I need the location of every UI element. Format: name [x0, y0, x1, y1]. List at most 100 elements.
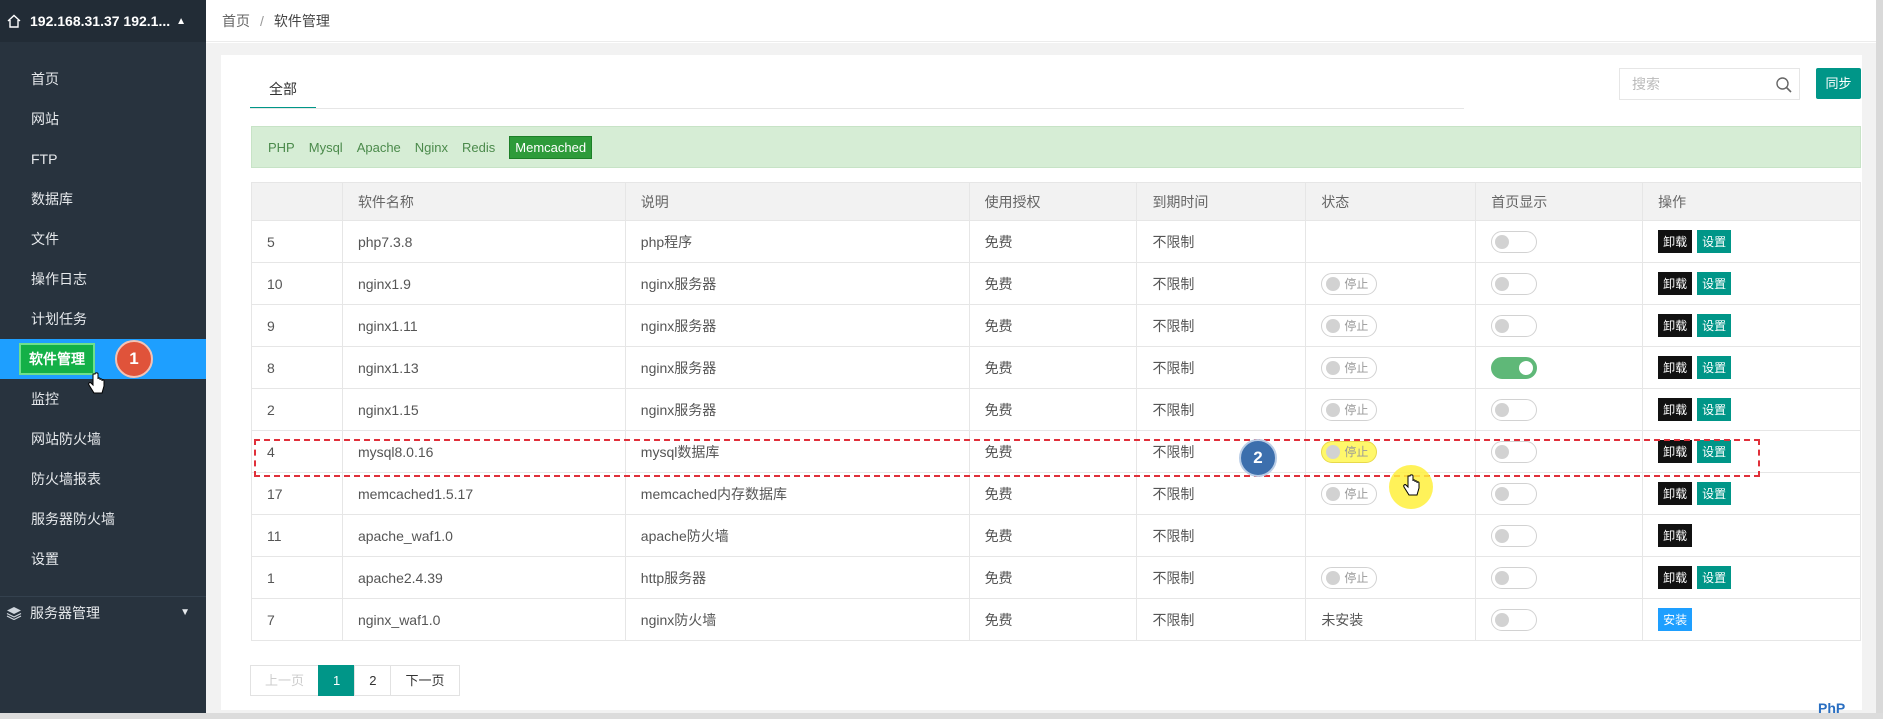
server-name: 192.168.31.37 192.1... — [30, 13, 171, 29]
tab-all[interactable]: 全部 — [250, 76, 316, 109]
uninstall-button[interactable]: 卸载 — [1658, 566, 1693, 589]
filter-php[interactable]: PHP — [268, 140, 295, 155]
cell-actions: 卸载 设置 — [1642, 472, 1861, 515]
col-home-display: 首页显示 — [1475, 182, 1644, 221]
status-toggle[interactable]: 停止 — [1321, 272, 1378, 295]
cell-expire: 不限制 — [1136, 556, 1307, 599]
table-body: 5 php7.3.8 php程序 免费 不限制 卸载 设置 10 nginx1.9 nginx服务… — [251, 220, 1861, 641]
cell-desc: nginx防火墙 — [624, 598, 970, 641]
home-icon — [7, 14, 21, 28]
filter-redis[interactable]: Redis — [462, 140, 495, 155]
status-text: 未安装 — [1321, 611, 1364, 628]
sidebar-group-label: 服务器管理 — [30, 604, 100, 621]
cell-license: 免费 — [968, 598, 1138, 641]
sync-button[interactable]: 同步 — [1816, 68, 1861, 99]
filter-nginx[interactable]: Nginx — [415, 140, 448, 155]
settings-button[interactable]: 设置 — [1697, 356, 1732, 379]
settings-button[interactable]: 设置 — [1697, 398, 1732, 421]
uninstall-button[interactable]: 卸载 — [1658, 272, 1693, 295]
cell-home-display — [1475, 346, 1644, 389]
cell-expire: 不限制 — [1136, 262, 1307, 305]
uninstall-button[interactable]: 卸载 — [1658, 314, 1693, 337]
status-toggle[interactable]: 停止 — [1321, 566, 1378, 589]
sidebar-item-website[interactable]: 网站 — [0, 99, 206, 139]
server-selector[interactable]: 192.168.31.37 192.1... ▲ — [0, 0, 206, 42]
home-display-switch[interactable] — [1491, 356, 1538, 379]
home-display-switch[interactable] — [1491, 566, 1538, 589]
breadcrumb-separator: / — [260, 12, 264, 29]
sidebar-item-ftp[interactable]: FTP — [0, 139, 206, 179]
home-display-switch[interactable] — [1491, 230, 1538, 253]
uninstall-button[interactable]: 卸载 — [1658, 524, 1693, 547]
home-display-switch[interactable] — [1491, 482, 1538, 505]
sidebar-group-server-management[interactable]: 服务器管理 ▼ — [0, 596, 206, 628]
settings-button[interactable]: 设置 — [1697, 566, 1732, 589]
cell-desc: memcached内存数据库 — [624, 472, 970, 515]
uninstall-button[interactable]: 卸载 — [1658, 482, 1693, 505]
search-placeholder: 搜索 — [1632, 76, 1660, 92]
hand-cursor-icon — [1403, 474, 1420, 496]
cell-id: 17 — [251, 472, 343, 515]
sidebar-item-logs[interactable]: 操作日志 — [0, 259, 206, 299]
sidebar-item-web-firewall[interactable]: 网站防火墙 — [0, 419, 206, 459]
cell-desc: apache防火墙 — [624, 514, 970, 557]
cell-expire: 不限制 — [1136, 388, 1307, 431]
table-row: 17 memcached1.5.17 memcached内存数据库 免费 不限制 停止 卸载… — [251, 472, 1861, 515]
col-expire: 到期时间 — [1136, 182, 1307, 221]
cell-id: 1 — [251, 556, 343, 599]
uninstall-button[interactable]: 卸载 — [1658, 356, 1693, 379]
layers-icon — [6, 606, 22, 620]
settings-button[interactable]: 设置 — [1697, 230, 1732, 253]
table-row: 2 nginx1.15 nginx服务器 免费 不限制 停止 卸载 设置 — [251, 388, 1861, 431]
sidebar-item-database[interactable]: 数据库 — [0, 179, 206, 219]
uninstall-button[interactable]: 卸载 — [1658, 398, 1693, 421]
home-display-switch[interactable] — [1491, 314, 1538, 337]
sidebar-item-server-firewall[interactable]: 服务器防火墙 — [0, 499, 206, 539]
home-display-switch[interactable] — [1491, 272, 1538, 295]
uninstall-button[interactable]: 卸载 — [1658, 230, 1693, 253]
sidebar-item-home[interactable]: 首页 — [0, 59, 206, 99]
breadcrumb-home[interactable]: 首页 — [222, 11, 250, 31]
home-display-switch[interactable] — [1491, 608, 1538, 631]
page-2-button[interactable]: 2 — [354, 665, 392, 696]
cell-name: nginx1.11 — [341, 304, 626, 347]
prev-page-button[interactable]: 上一页 — [250, 665, 320, 696]
page-1-button[interactable]: 1 — [318, 665, 356, 696]
cell-actions: 卸载 设置 — [1642, 220, 1861, 263]
cell-actions: 卸载 设置 — [1642, 304, 1861, 347]
software-table: 软件名称 说明 使用授权 到期时间 状态 首页显示 操作 5 php7.3.8 ph… — [251, 182, 1861, 641]
sidebar-item-files[interactable]: 文件 — [0, 219, 206, 259]
sidebar-item-settings[interactable]: 设置 — [0, 539, 206, 579]
status-toggle[interactable]: 停止 — [1321, 398, 1378, 421]
status-toggle[interactable]: 停止 — [1321, 482, 1378, 505]
home-display-switch[interactable] — [1491, 398, 1538, 421]
col-actions: 操作 — [1642, 182, 1861, 221]
filter-apache[interactable]: Apache — [357, 140, 401, 155]
settings-button[interactable]: 设置 — [1697, 314, 1732, 337]
search-input[interactable]: 搜索 — [1619, 68, 1800, 100]
cell-desc: php程序 — [624, 220, 970, 263]
search-icon[interactable] — [1775, 76, 1793, 94]
next-page-button[interactable]: 下一页 — [390, 665, 460, 696]
sidebar-item-cron[interactable]: 计划任务 — [0, 299, 206, 339]
cell-name: nginx1.9 — [341, 262, 626, 305]
step-badge-2: 2 — [1239, 439, 1277, 477]
home-display-switch[interactable] — [1491, 524, 1538, 547]
settings-button[interactable]: 设置 — [1697, 272, 1732, 295]
status-toggle[interactable]: 停止 — [1321, 356, 1378, 379]
sidebar-item-firewall-report[interactable]: 防火墙报表 — [0, 459, 206, 499]
cell-license: 免费 — [968, 304, 1138, 347]
cell-expire: 不限制 — [1136, 514, 1307, 557]
cell-id: 9 — [251, 304, 343, 347]
status-toggle[interactable]: 停止 — [1321, 314, 1378, 337]
filter-memcached[interactable]: Memcached — [509, 135, 593, 159]
watermark-logo: PhP — [1818, 700, 1846, 716]
cell-home-display — [1475, 262, 1644, 305]
cell-desc: nginx服务器 — [624, 346, 970, 389]
filter-mysql[interactable]: Mysql — [309, 140, 343, 155]
settings-button[interactable]: 设置 — [1697, 482, 1732, 505]
cell-home-display — [1475, 556, 1644, 599]
cell-license: 免费 — [968, 556, 1138, 599]
install-button[interactable]: 安装 — [1658, 608, 1693, 631]
cell-home-display — [1475, 304, 1644, 347]
